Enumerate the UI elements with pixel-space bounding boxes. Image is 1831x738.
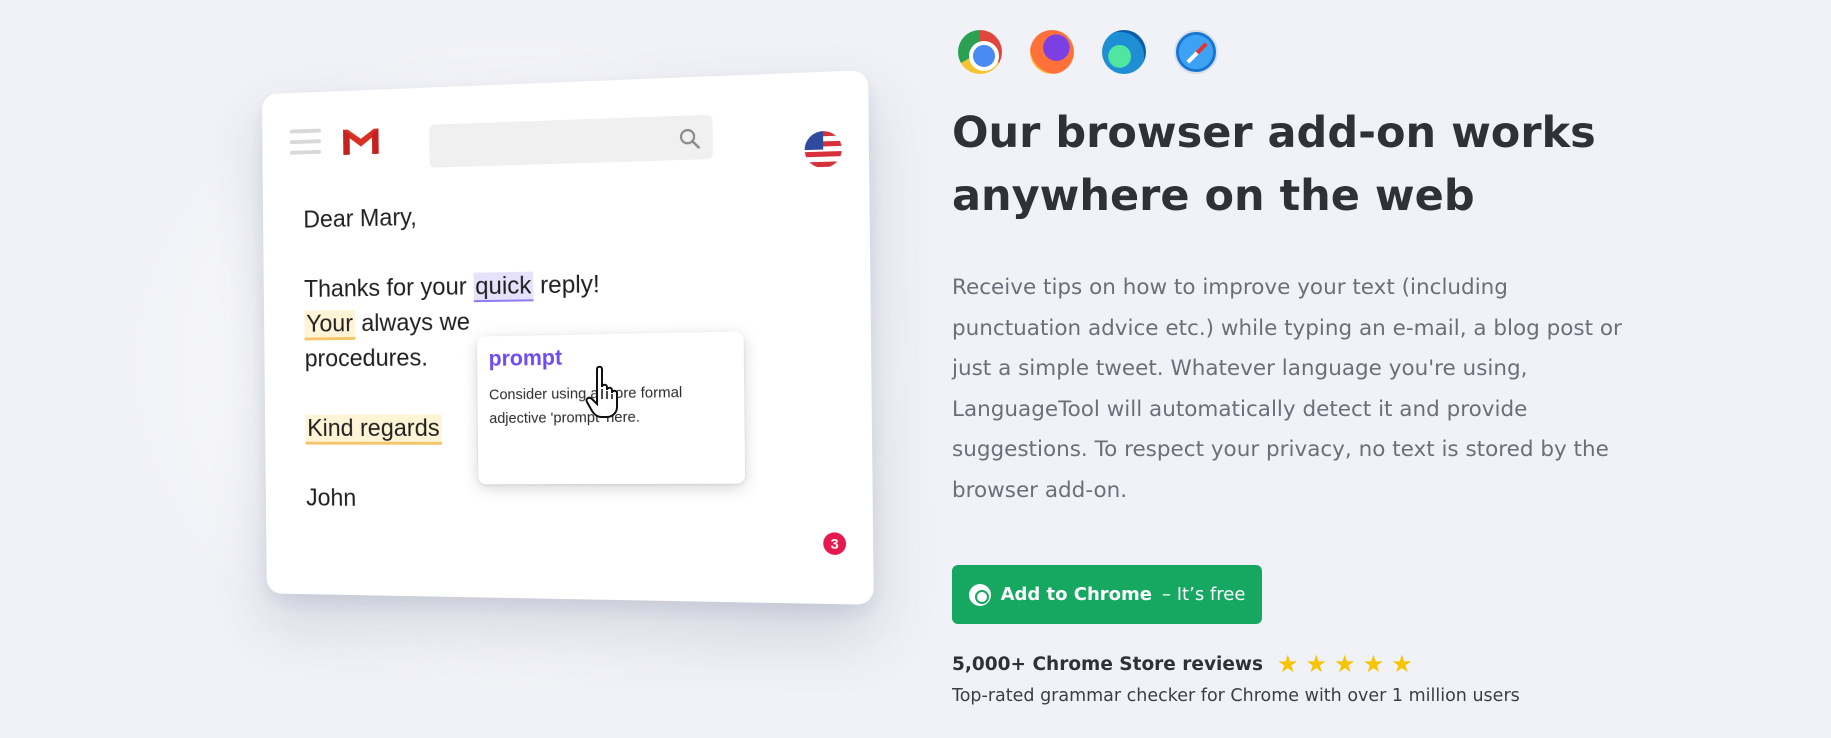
email-body: Dear Mary, Thanks for your quick reply! …	[303, 193, 809, 511]
email-line: Your always we	[304, 308, 470, 341]
email-signature: John	[306, 484, 357, 512]
error-count-badge: 3	[823, 532, 847, 556]
us-flag-icon	[804, 130, 843, 169]
add-to-chrome-button[interactable]: Add to Chrome – It’s free	[952, 565, 1262, 624]
highlighted-word: Your	[304, 309, 355, 341]
gmail-icon	[343, 128, 379, 155]
star-icon: ★	[1391, 650, 1413, 678]
email-closing: Kind regards	[305, 414, 442, 445]
menu-icon	[289, 128, 322, 157]
search-icon	[678, 127, 700, 150]
star-icon: ★	[1334, 650, 1356, 678]
email-line: procedures.	[304, 343, 428, 373]
edge-icon[interactable]	[1102, 30, 1146, 74]
hand-cursor-icon	[585, 365, 618, 418]
highlighted-word: quick	[473, 271, 534, 303]
star-icon: ★	[1277, 650, 1299, 678]
star-icon: ★	[1362, 650, 1385, 678]
star-icon: ★	[1305, 650, 1328, 678]
star-rating: ★ ★ ★ ★ ★	[1277, 652, 1413, 676]
reviews-subtext: Top-rated grammar checker for Chrome wit…	[952, 686, 1520, 706]
cta-label: Add to Chrome	[1000, 584, 1153, 605]
email-greeting: Dear Mary,	[303, 203, 417, 234]
safari-icon[interactable]	[1174, 30, 1218, 74]
supported-browsers	[958, 30, 1218, 74]
page-title: Our browser add-on works anywhere on the…	[952, 108, 1596, 221]
illustration: Dear Mary, Thanks for your quick reply! …	[0, 0, 910, 738]
feature-description: Receive tips on how to improve your text…	[952, 275, 1622, 503]
highlighted-phrase: Kind regards	[305, 414, 442, 445]
chrome-icon[interactable]	[958, 30, 1002, 74]
search-bar	[429, 114, 713, 168]
store-reviews: 5,000+ Chrome Store reviews ★ ★ ★ ★ ★	[952, 652, 1413, 676]
cta-suffix: – It’s free	[1162, 584, 1246, 605]
firefox-icon[interactable]	[1030, 30, 1074, 74]
email-line: Thanks for your quick reply!	[303, 270, 600, 303]
reviews-title: 5,000+ Chrome Store reviews	[952, 653, 1264, 675]
chrome-icon	[968, 583, 991, 606]
